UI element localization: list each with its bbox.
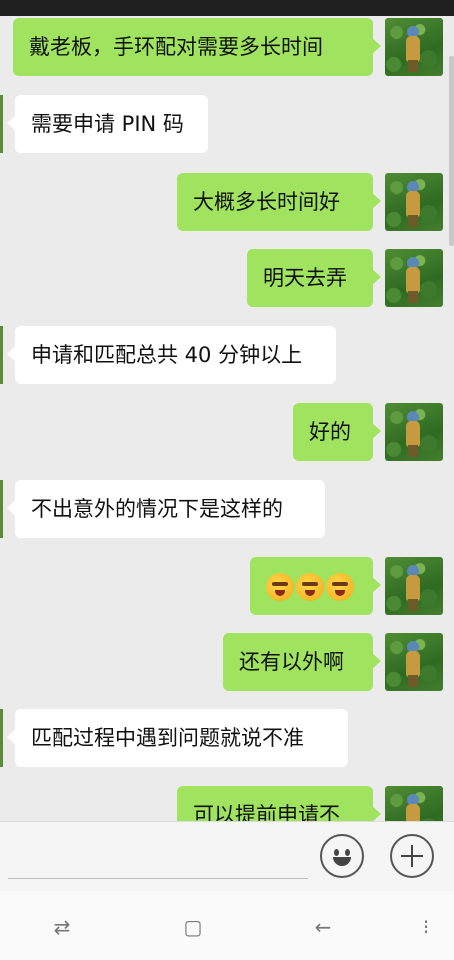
square-icon[interactable]: ▢	[181, 915, 205, 939]
message-input[interactable]	[8, 878, 308, 879]
contact-avatar-edge[interactable]	[0, 326, 3, 384]
facepalm-emoji	[266, 573, 294, 601]
outgoing-message[interactable]: 戴老板，手环配对需要多长时间	[13, 18, 381, 76]
my-avatar[interactable]	[385, 633, 443, 691]
status-bar	[0, 0, 454, 16]
scrollbar[interactable]	[449, 56, 454, 246]
my-avatar[interactable]	[385, 557, 443, 615]
outgoing-emoji-message[interactable]	[250, 557, 381, 615]
facepalm-emoji	[296, 573, 324, 601]
my-avatar[interactable]	[385, 249, 443, 307]
contact-avatar-edge[interactable]	[0, 709, 3, 767]
incoming-message[interactable]: 匹配过程中遇到问题就说不准	[7, 709, 348, 767]
incoming-message[interactable]: 需要申请 PIN 码	[7, 95, 208, 153]
menu-icon[interactable]: ⁝	[414, 915, 438, 939]
smiley-icon[interactable]	[320, 834, 364, 878]
contact-avatar-edge[interactable]	[0, 95, 3, 153]
my-avatar[interactable]	[385, 403, 443, 461]
facepalm-emoji	[326, 573, 354, 601]
incoming-message[interactable]: 申请和匹配总共 40 分钟以上	[7, 326, 336, 384]
outgoing-message[interactable]: 好的	[293, 403, 381, 461]
input-bar	[0, 821, 454, 892]
my-avatar[interactable]	[385, 18, 443, 76]
switch-icon[interactable]: ⇄	[50, 915, 74, 939]
outgoing-message[interactable]: 明天去弄	[247, 249, 381, 307]
my-avatar[interactable]	[385, 786, 443, 821]
chat-area[interactable]: 戴老板，手环配对需要多长时间 需要申请 PIN 码 大概多长时间好 明天去弄 申…	[0, 16, 454, 821]
back-icon[interactable]: ←	[311, 915, 335, 939]
outgoing-message[interactable]: 可以提前申请不	[177, 786, 381, 821]
contact-avatar-edge[interactable]	[0, 480, 3, 538]
outgoing-message[interactable]: 还有以外啊	[223, 633, 381, 691]
incoming-message[interactable]: 不出意外的情况下是这样的	[7, 480, 325, 538]
outgoing-message[interactable]: 大概多长时间好	[177, 173, 381, 231]
plus-icon[interactable]	[390, 834, 434, 878]
my-avatar[interactable]	[385, 173, 443, 231]
system-nav-bar: ⇄ ▢ ← ⁝	[0, 891, 454, 960]
